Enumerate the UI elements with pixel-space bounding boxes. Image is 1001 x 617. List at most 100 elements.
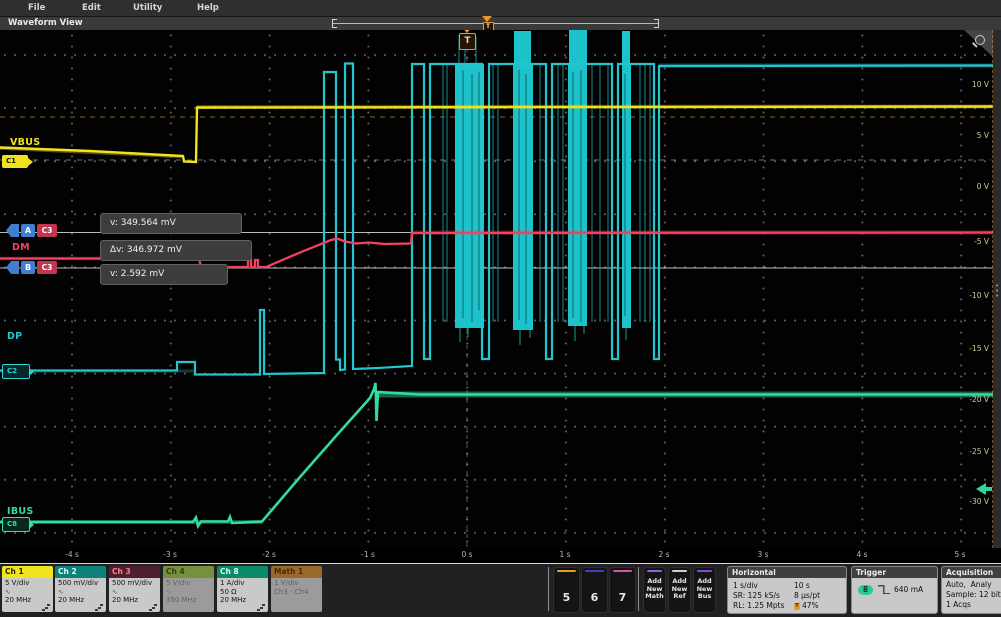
cursor-b-badge[interactable]: B (21, 261, 35, 274)
cursor-a-readout: v: 349.564 mV (100, 213, 242, 234)
sample-rate: SR: 125 kS/s (733, 591, 780, 601)
horizontal-scale: 1 s/div (733, 581, 758, 591)
math1-scale: 1 V/div (274, 579, 320, 588)
trigger-level: 640 mA (894, 585, 923, 595)
t-axis-label: 1 s (545, 550, 585, 559)
ch3-scale: 500 mV/div (112, 579, 158, 588)
record-length: RL: 1.25 Mpts (733, 601, 784, 611)
ch4-scale: 5 V/div (166, 579, 212, 588)
channel-button-6[interactable]: 6 (581, 567, 608, 613)
probe-icon: ∿ (112, 588, 158, 597)
horizontal-panel-header: Horizontal (728, 567, 846, 578)
oscilloscope-screen: File Edit Utility Help Waveform View T (0, 0, 1001, 617)
vbus-label: VBUS (10, 137, 40, 148)
time-axis: -4 s -3 s -2 s -1 s 0 s 1 s 2 s 3 s 4 s … (0, 548, 1001, 563)
acquisition-panel-header: Acquisition (942, 567, 1001, 578)
trigger-panel[interactable]: Trigger 8 640 mA (851, 566, 938, 614)
ch2-tag-label: C2 (7, 367, 17, 375)
channel-badge-ch3[interactable]: Ch 3 500 mV/div ∿ 20 MHz (109, 566, 160, 612)
falling-edge-icon (878, 585, 890, 594)
bus-color-stripe (697, 570, 712, 572)
menu-utility[interactable]: Utility (133, 3, 162, 13)
horizontal-span: 10 s (794, 581, 810, 591)
trigger-flag[interactable]: T (459, 33, 476, 50)
ch4-badge-header: Ch 4 (163, 566, 214, 578)
position-bar-right-bracket (654, 19, 659, 28)
toolbar-divider (638, 567, 639, 611)
magnifier-icon (975, 35, 985, 45)
t-axis-label: -4 s (52, 550, 92, 559)
waveform-canvas (0, 30, 993, 548)
ch4-bandwidth: 350 MHz (166, 596, 212, 605)
acquisition-count: 1 Acqs (946, 600, 971, 610)
t-axis-label: 0 s (447, 550, 487, 559)
sample-interval: 8 μs/pt (794, 591, 820, 601)
ch5-color-stripe (557, 570, 576, 572)
ch5-button-label: 5 (563, 591, 571, 604)
horizontal-position-bar[interactable]: T (332, 19, 659, 28)
vbus-trace[interactable] (0, 107, 993, 163)
ch1-tag-label: C1 (6, 157, 16, 165)
cursor-a-badge[interactable]: A (21, 224, 35, 237)
ch7-color-stripe (613, 570, 632, 572)
menu-help[interactable]: Help (197, 3, 219, 13)
t-axis-label: 4 s (842, 550, 882, 559)
bandwidth-filter-icon (42, 604, 50, 611)
ch1-tag-tip-icon (28, 158, 33, 166)
v-axis-label: -15 V (955, 344, 989, 354)
position-bar-left-bracket (332, 19, 337, 28)
side-panel-drag-handle[interactable] (995, 283, 999, 297)
t-axis-label: -3 s (150, 550, 190, 559)
cursor-b-channel-badge[interactable]: C3 (37, 261, 57, 274)
trigger-source-badge: 8 (858, 585, 873, 595)
trigger-level-arrow-icon[interactable] (976, 483, 986, 495)
ch1-position-tag[interactable]: C1 (2, 155, 28, 168)
ch8-badge-header: Ch 8 (217, 566, 268, 578)
cursor-a-channel-badge[interactable]: C3 (37, 224, 57, 237)
add-new-math-button[interactable]: Add New Math (643, 567, 666, 613)
math1-badge-header: Math 1 (271, 566, 322, 578)
ch3-badge-header: Ch 3 (109, 566, 160, 578)
position-percent: T47% (794, 601, 819, 611)
acquisition-panel[interactable]: Acquisition Auto, Analy Sample: 12 bit 1… (941, 566, 1001, 614)
v-axis-label: -25 V (955, 447, 989, 457)
t-axis-label: -2 s (249, 550, 289, 559)
probe-icon: ∿ (5, 588, 51, 597)
ch2-tag-tip-icon (29, 368, 34, 376)
ibus-label: IBUS (7, 506, 34, 517)
math-badge-math1[interactable]: Math 1 1 V/div Ch3 - Ch4 (271, 566, 322, 612)
bandwidth-filter-icon (95, 604, 103, 611)
ch8-scale: 1 A/div (220, 579, 266, 588)
t-axis-label: 2 s (644, 550, 684, 559)
channel-button-7[interactable]: 7 (609, 567, 636, 613)
channel-badge-ch8[interactable]: Ch 8 1 A/div 50 Ω 20 MHz (217, 566, 268, 612)
channel-button-5[interactable]: 5 (553, 567, 580, 613)
dp-label: DP (7, 331, 22, 342)
v-axis-label: 5 V (955, 131, 989, 141)
add-new-bus-button[interactable]: Add New Bus (693, 567, 716, 613)
t-axis-label: 5 s (940, 550, 980, 559)
channel-badge-ch1[interactable]: Ch 1 5 V/div ∿ 20 MHz (2, 566, 53, 612)
v-axis-label: 10 V (955, 80, 989, 90)
waveform-plot: T 10 V 5 V 0 V -5 V -10 V -15 V -20 V -2… (0, 30, 993, 548)
add-bus-line3: Bus (694, 593, 715, 601)
horizontal-panel[interactable]: Horizontal 1 s/div 10 s SR: 125 kS/s 8 μ… (727, 566, 847, 614)
ibus-trace[interactable] (0, 383, 993, 526)
dm-label: DM (12, 242, 30, 253)
t-axis-label: 3 s (743, 550, 783, 559)
acquisition-sample-bits: Sample: 12 bit (946, 590, 1001, 600)
ch2-position-tag[interactable]: C2 (2, 364, 30, 379)
ch8-position-tag[interactable]: C8 (2, 517, 30, 532)
channel-badge-ch2[interactable]: Ch 2 500 mV/div ∿ 20 MHz (55, 566, 106, 612)
channel-badge-ch4[interactable]: Ch 4 5 V/div ∿ 350 MHz (163, 566, 214, 612)
add-new-ref-button[interactable]: Add New Ref (668, 567, 691, 613)
cursor-delta-readout: Δv: 346.972 mV (100, 240, 252, 261)
t-axis-label: -1 s (348, 550, 388, 559)
acquisition-mode: Auto, Analy (946, 580, 992, 590)
tab-waveform-view[interactable]: Waveform View (8, 18, 83, 28)
menu-edit[interactable]: Edit (82, 3, 101, 13)
menu-file[interactable]: File (28, 3, 45, 13)
v-axis-label: 0 V (955, 182, 989, 192)
trigger-panel-header: Trigger (852, 567, 937, 578)
toolbar-divider (548, 567, 549, 611)
